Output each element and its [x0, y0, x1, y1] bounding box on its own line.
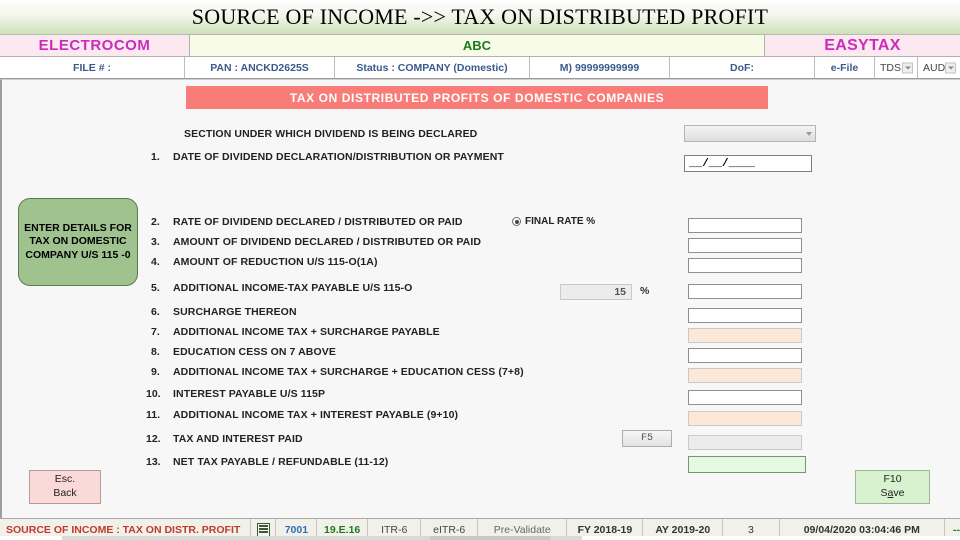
- date-row: 1. DATE OF DIVIDEND DECLARATION/DISTRIBU…: [0, 151, 960, 171]
- row-number: 12.: [146, 433, 161, 445]
- row-input-9: [688, 368, 802, 383]
- row-label: TAX AND INTEREST PAID: [173, 433, 303, 445]
- chevron-down-icon[interactable]: [902, 62, 913, 73]
- tds-dropdown-label: TDS: [880, 61, 901, 74]
- table-row: 4. AMOUNT OF REDUCTION U/S 115-O(1A): [0, 256, 960, 276]
- pan-field[interactable]: PAN : ANCKD2625S: [185, 57, 335, 79]
- table-row: 3. AMOUNT OF DIVIDEND DECLARED / DISTRIB…: [0, 236, 960, 256]
- tds-dropdown[interactable]: TDS: [875, 57, 918, 79]
- row-input-3[interactable]: [688, 238, 802, 253]
- client-name: ABC: [190, 35, 765, 57]
- section-dropdown[interactable]: [684, 125, 816, 142]
- dof-field[interactable]: DoF:: [670, 57, 815, 79]
- row-input-4[interactable]: [688, 258, 802, 273]
- mobile-field[interactable]: M) 99999999999: [530, 57, 670, 79]
- row-input-11: [688, 411, 802, 426]
- back-label: Back: [53, 487, 77, 499]
- row-number: 13.: [146, 456, 161, 468]
- f5-fetch-button[interactable]: F5: [622, 430, 672, 447]
- row-label: SURCHARGE THEREON: [173, 306, 297, 318]
- save-label: Save: [880, 487, 905, 499]
- table-row: 2. RATE OF DIVIDEND DECLARED / DISTRIBUT…: [0, 216, 960, 236]
- table-row: 8. EDUCATION CESS ON 7 ABOVE: [0, 346, 960, 366]
- taskbar: [0, 536, 960, 540]
- row-number: 10.: [146, 388, 161, 400]
- table-row: 11. ADDITIONAL INCOME TAX + INTEREST PAY…: [0, 409, 960, 429]
- window-title-band: SOURCE OF INCOME ->> TAX ON DISTRIBUTED …: [0, 0, 960, 34]
- table-row: 5. ADDITIONAL INCOME-TAX PAYABLE U/S 115…: [0, 282, 960, 302]
- status-field[interactable]: Status : COMPANY (Domestic): [335, 57, 530, 79]
- row-number: 7.: [151, 326, 160, 338]
- table-row: 9. ADDITIONAL INCOME TAX + SURCHARGE + E…: [0, 366, 960, 386]
- brand-easytax: EASYTAX: [765, 35, 960, 57]
- row-label: ADDITIONAL INCOME TAX + SURCHARGE PAYABL…: [173, 326, 440, 338]
- row-input-12: [688, 435, 802, 450]
- table-row: 10. INTEREST PAYABLE U/S 115P: [0, 388, 960, 408]
- f10-key-label: F10: [883, 473, 902, 486]
- row-number: 9.: [151, 366, 160, 378]
- date-input[interactable]: __/__/____: [684, 155, 812, 172]
- row-input-13: [688, 456, 806, 473]
- row-label: AMOUNT OF REDUCTION U/S 115-O(1A): [173, 256, 378, 268]
- section-row: SECTION UNDER WHICH DIVIDEND IS BEING DE…: [0, 128, 960, 148]
- brand-row: ELECTROCOM ABC EASYTAX: [0, 34, 960, 57]
- chevron-down-icon[interactable]: [945, 62, 956, 73]
- efile-button[interactable]: e-File: [815, 57, 875, 79]
- row-number: 6.: [151, 306, 160, 318]
- file-number-field[interactable]: FILE # :: [0, 57, 185, 79]
- row-input-6[interactable]: [688, 308, 802, 323]
- row-label: EDUCATION CESS ON 7 ABOVE: [173, 346, 336, 358]
- row-label: RATE OF DIVIDEND DECLARED / DISTRIBUTED …: [173, 216, 463, 228]
- section-label: SECTION UNDER WHICH DIVIDEND IS BEING DE…: [184, 128, 478, 140]
- row-label: AMOUNT OF DIVIDEND DECLARED / DISTRIBUTE…: [173, 236, 482, 248]
- table-row: 6. SURCHARGE THEREON: [0, 306, 960, 326]
- row-label: ADDITIONAL INCOME-TAX PAYABLE U/S 115-O: [173, 282, 413, 294]
- row-label: ADDITIONAL INCOME TAX + SURCHARGE + EDUC…: [173, 366, 524, 378]
- row-input-10[interactable]: [688, 390, 802, 405]
- table-row: 7. ADDITIONAL INCOME TAX + SURCHARGE PAY…: [0, 326, 960, 346]
- row-input-5[interactable]: [688, 284, 802, 299]
- rate-percent-value: 15: [560, 284, 632, 300]
- table-row: 12. TAX AND INTEREST PAID: [0, 433, 960, 453]
- brand-electrocom: ELECTROCOM: [0, 35, 190, 57]
- row-number: 4.: [151, 256, 160, 268]
- row-label: NET TAX PAYABLE / REFUNDABLE (11-12): [173, 456, 389, 468]
- row-number: 8.: [151, 346, 160, 358]
- row-input-7: [688, 328, 802, 343]
- row-label: INTEREST PAYABLE U/S 115P: [173, 388, 326, 400]
- client-info-bar: FILE # : PAN : ANCKD2625S Status : COMPA…: [0, 57, 960, 79]
- taskbar-window-chip[interactable]: [430, 536, 550, 540]
- audit-dropdown[interactable]: AUDIT: [918, 57, 960, 79]
- row-input-2[interactable]: [688, 218, 802, 233]
- back-button[interactable]: Esc. Back: [29, 470, 101, 504]
- date-label: DATE OF DIVIDEND DECLARATION/DISTRIBUTIO…: [173, 151, 504, 163]
- row-number: 1.: [151, 151, 160, 163]
- page-title: SOURCE OF INCOME ->> TAX ON DISTRIBUTED …: [191, 4, 769, 29]
- save-button[interactable]: F10 Save: [855, 470, 930, 504]
- row-number: 11.: [146, 409, 161, 421]
- esc-key-label: Esc.: [54, 473, 76, 486]
- percent-symbol: %: [640, 285, 650, 297]
- row-number: 5.: [151, 282, 160, 294]
- row-label: ADDITIONAL INCOME TAX + INTEREST PAYABLE…: [173, 409, 459, 421]
- row-number: 3.: [151, 236, 160, 248]
- row-number: 2.: [151, 216, 160, 228]
- form-banner: TAX ON DISTRIBUTED PROFITS OF DOMESTIC C…: [186, 86, 768, 109]
- row-input-8[interactable]: [688, 348, 802, 363]
- table-row: 13. NET TAX PAYABLE / REFUNDABLE (11-12): [0, 456, 960, 476]
- chevron-down-icon: [806, 131, 812, 136]
